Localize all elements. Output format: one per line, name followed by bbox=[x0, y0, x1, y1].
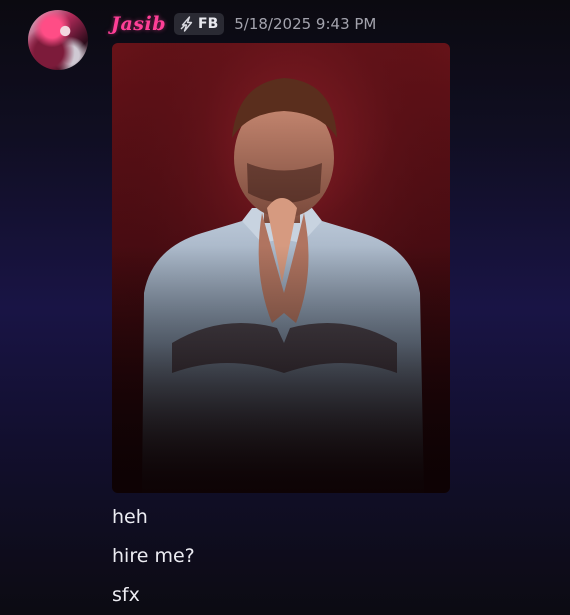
timestamp: 5/18/2025 9:43 PM bbox=[234, 15, 377, 33]
username[interactable]: Jasib bbox=[111, 13, 166, 35]
message-text-line: sfx bbox=[112, 584, 140, 606]
attachment-image bbox=[112, 43, 450, 493]
server-tag[interactable]: FB bbox=[174, 13, 225, 35]
message-text-line: heh bbox=[112, 506, 148, 528]
avatar[interactable] bbox=[28, 10, 88, 70]
lightning-bolt-icon bbox=[180, 16, 193, 32]
server-tag-label: FB bbox=[198, 16, 219, 32]
chat-message: Jasib FB 5/18/2025 9:43 PM heh hire me? … bbox=[0, 0, 570, 615]
image-attachment[interactable] bbox=[112, 43, 450, 493]
message-text-line: hire me? bbox=[112, 545, 195, 567]
message-header: Jasib FB 5/18/2025 9:43 PM bbox=[111, 12, 376, 36]
